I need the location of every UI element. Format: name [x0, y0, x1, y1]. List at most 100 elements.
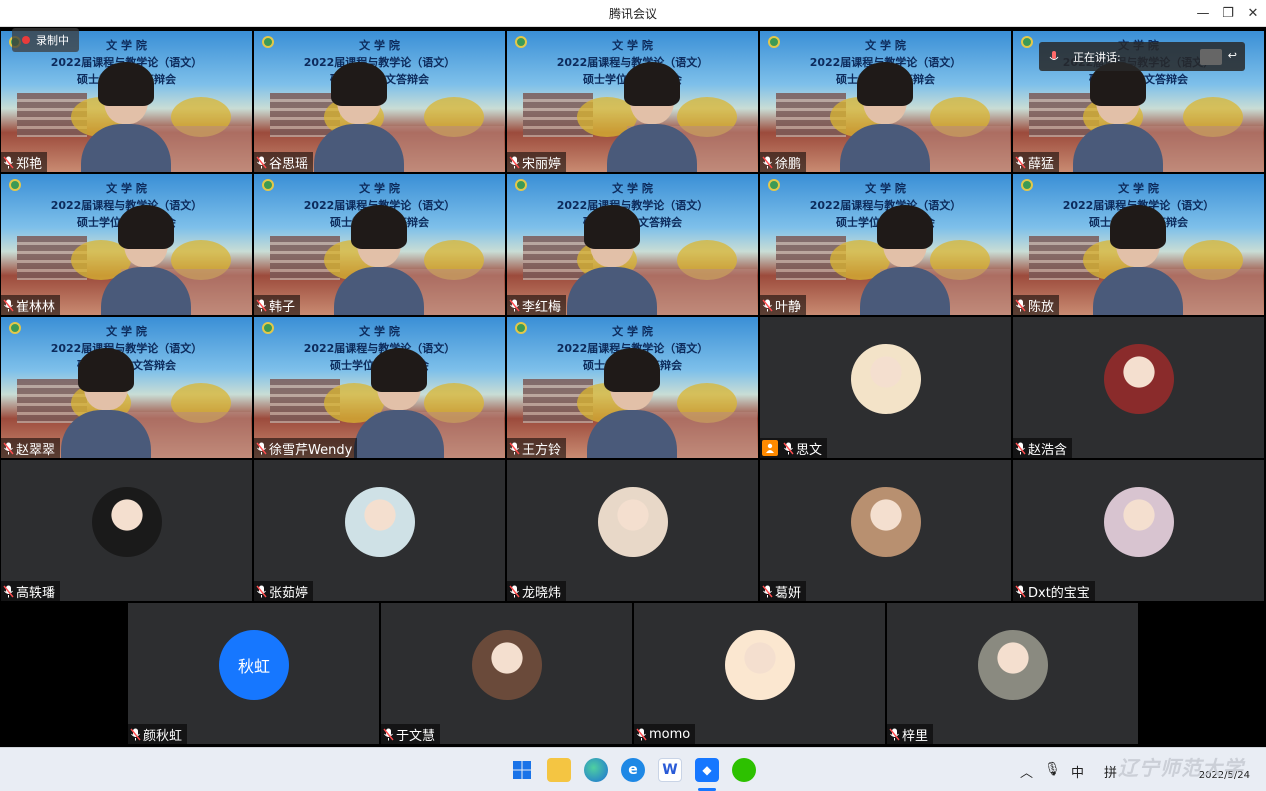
participant-tile[interactable]: momo — [634, 603, 885, 744]
video-grid: 文 学 院2022届课程与教学论（语文）硕士学位论文答辩会郑艳文 学 院2022… — [1, 31, 1265, 744]
empty-slot — [1, 603, 127, 744]
tencent-meeting-icon[interactable]: ◆ — [695, 758, 719, 782]
participant-tile[interactable]: 文 学 院2022届课程与教学论（语文）硕士学位论文答辩会韩子 — [254, 174, 505, 315]
windows-icon — [513, 761, 531, 779]
participant-tile[interactable]: 文 学 院2022届课程与教学论（语文）硕士学位论文答辩会崔林林 — [1, 174, 252, 315]
school-logo-icon — [1021, 179, 1033, 191]
avatar-image — [1104, 344, 1174, 414]
participant-name-tag: 韩子 — [254, 295, 301, 315]
person-body — [334, 267, 424, 315]
school-logo-icon — [515, 322, 527, 334]
input-method-indicator[interactable]: 中 — [1071, 762, 1084, 781]
person-body — [860, 267, 950, 315]
wechat-icon[interactable] — [732, 758, 756, 782]
mic-tray-icon[interactable]: 🎙 — [1044, 762, 1061, 777]
participant-tile[interactable]: 思文 — [760, 317, 1011, 458]
participant-tile[interactable]: 梓里 — [887, 603, 1138, 744]
participant-tile[interactable]: 赵浩含 — [1013, 317, 1264, 458]
person-hair — [877, 205, 933, 249]
participant-tile[interactable]: Dxt的宝宝 — [1013, 460, 1264, 601]
person-body — [607, 124, 697, 172]
file-explorer-icon[interactable] — [547, 758, 571, 782]
banner-line: 文 学 院 — [359, 182, 400, 195]
participant-name: 徐鹏 — [775, 156, 802, 172]
participant-tile[interactable]: 张茹婷 — [254, 460, 505, 601]
participant-name: 思文 — [796, 442, 823, 458]
person-body — [1093, 267, 1183, 315]
participant-name: 陈放 — [1028, 299, 1055, 315]
start-button[interactable] — [510, 758, 534, 782]
participant-name-tag: 高轶璠 — [1, 581, 61, 601]
participant-name: 颜秋虹 — [143, 728, 183, 744]
school-logo-icon — [1021, 36, 1033, 48]
show-hidden-icons-chevron-icon[interactable]: ︿ — [1020, 762, 1033, 781]
participant-name: 张茹婷 — [269, 585, 309, 601]
participant-video-person — [840, 62, 930, 172]
participant-video-person — [567, 205, 657, 315]
person-body — [587, 410, 677, 458]
participant-tile[interactable]: 文 学 院2022届课程与教学论（语文）硕士学位论文答辩会徐鹏 — [760, 31, 1011, 172]
participant-tile[interactable]: 文 学 院2022届课程与教学论（语文）硕士学位论文答辩会叶静 — [760, 174, 1011, 315]
speaker-avatar-icon — [1199, 48, 1222, 65]
participant-tile[interactable]: 文 学 院2022届课程与教学论（语文）硕士学位论文答辩会陈放 — [1013, 174, 1264, 315]
edge-icon[interactable] — [584, 758, 608, 782]
participant-tile[interactable]: 龙晓炜 — [507, 460, 758, 601]
participant-name: 李红梅 — [522, 299, 562, 315]
participant-tile[interactable]: 文 学 院2022届课程与教学论（语文）硕士学位论文答辩会谷思瑶 — [254, 31, 505, 172]
person-hair — [1110, 205, 1166, 249]
person-hair — [604, 348, 660, 392]
participant-tile[interactable]: 文 学 院2022届课程与教学论（语文）硕士学位论文答辩会宋丽婷 — [507, 31, 758, 172]
participant-tile[interactable]: 葛妍 — [760, 460, 1011, 601]
participant-name-tag: 张茹婷 — [254, 581, 314, 601]
participant-tile[interactable]: 文 学 院2022届课程与教学论（语文）硕士学位论文答辩会郑艳 — [1, 31, 252, 172]
participant-tile[interactable]: 文 学 院2022届课程与教学论（语文）硕士学位论文答辩会赵翠翠 — [1, 317, 252, 458]
avatar-image — [472, 630, 542, 700]
participant-name: 赵翠翠 — [16, 442, 56, 458]
person-body — [314, 124, 404, 172]
participant-tile[interactable]: 文 学 院2022届课程与教学论（语文）硕士学位论文答辩会徐雪芹Wendy — [254, 317, 505, 458]
mic-icon — [1015, 442, 1026, 454]
banner-line: 文 学 院 — [612, 325, 653, 338]
banner-line: 文 学 院 — [359, 39, 400, 52]
avatar-image — [725, 630, 795, 700]
participant-name: 高轶璠 — [16, 585, 56, 601]
participant-tile[interactable]: 秋虹 颜秋虹 — [128, 603, 379, 744]
banner-line: 文 学 院 — [106, 182, 147, 195]
ie-icon[interactable]: e — [621, 758, 645, 782]
banner-line: 文 学 院 — [865, 182, 906, 195]
restore-icon: ❐ — [1222, 6, 1234, 21]
banner-line: 文 学 院 — [612, 182, 653, 195]
participant-video-person — [101, 205, 191, 315]
mic-icon — [256, 585, 267, 597]
person-hair — [371, 348, 427, 392]
wps-icon[interactable]: W — [658, 758, 682, 782]
participant-tile[interactable]: 文 学 院2022届课程与教学论（语文）硕士学位论文答辩会王方铃 — [507, 317, 758, 458]
avatar-image — [345, 487, 415, 557]
participant-tile[interactable]: 高轶璠 — [1, 460, 252, 601]
banner-line: 文 学 院 — [865, 39, 906, 52]
close-button[interactable]: ✕ — [1238, 0, 1266, 27]
participant-name-tag: 徐雪芹Wendy — [254, 438, 358, 458]
participant-video-person — [61, 348, 151, 458]
taskbar: e W ◆ ︿ 🎙 中 拼 2022/5/24 — [0, 747, 1266, 791]
banner-line: 文 学 院 — [106, 325, 147, 338]
mic-icon — [762, 299, 773, 311]
participant-tile[interactable]: 文 学 院2022届课程与教学论（语文）硕士学位论文答辩会李红梅 — [507, 174, 758, 315]
avatar-image — [92, 487, 162, 557]
school-logo-icon — [768, 36, 780, 48]
person-hair — [584, 205, 640, 249]
participant-name: 于文慧 — [396, 728, 436, 744]
banner-line: 文 学 院 — [359, 325, 400, 338]
participant-name-tag: 薛猛 — [1013, 152, 1060, 172]
collapse-icon[interactable]: ↩ — [1228, 49, 1237, 65]
input-mode-indicator[interactable]: 拼 — [1104, 762, 1117, 781]
participant-name: 徐雪芹Wendy — [269, 442, 353, 458]
participant-name-tag: 王方铃 — [507, 438, 567, 458]
watermark-logo: 辽宁师范大学 — [1118, 756, 1244, 780]
mic-icon — [509, 299, 520, 311]
school-logo-icon — [768, 179, 780, 191]
participant-name: 宋丽婷 — [522, 156, 562, 172]
recording-indicator[interactable]: 录制中 — [12, 28, 79, 52]
participant-tile[interactable]: 于文慧 — [381, 603, 632, 744]
participant-name-tag: 赵浩含 — [1013, 438, 1073, 458]
